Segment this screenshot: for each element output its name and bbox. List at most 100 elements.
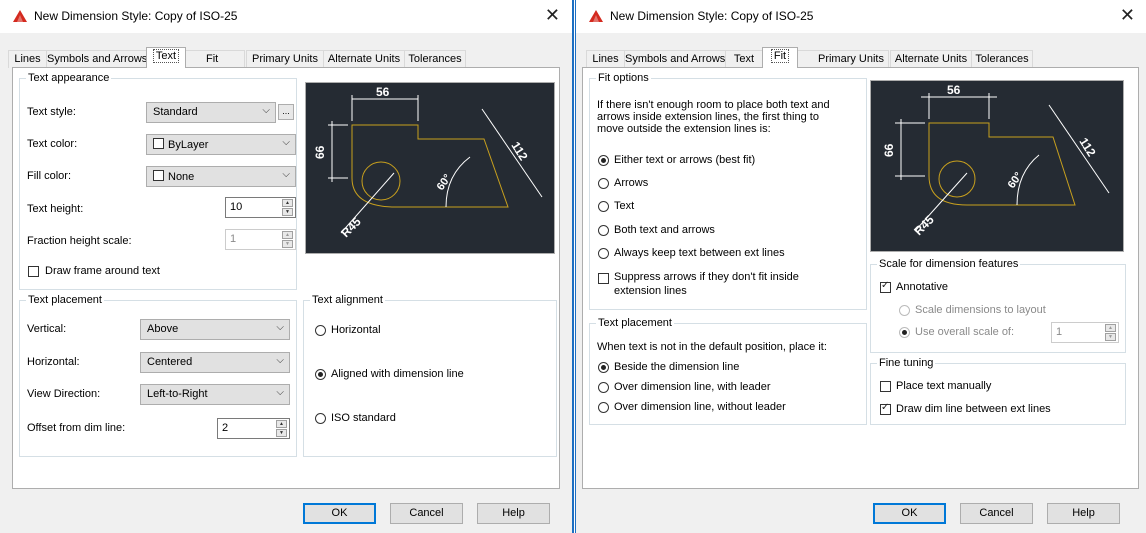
radio-over-without-leader[interactable] [598,402,609,413]
preview-dim-left: 66 [882,143,896,157]
tab-primary-units[interactable]: Primary Units [246,50,324,68]
radio-text[interactable] [598,201,609,212]
ok-button[interactable]: OK [303,503,376,524]
radio-over-with-leader[interactable] [598,382,609,393]
spinner-value: 2 [222,422,229,434]
help-button[interactable]: Help [1047,503,1120,524]
scale-to-layout-label: Scale dimensions to layout [915,304,1046,316]
tab-text[interactable]: Text [146,47,186,68]
tab-fit[interactable]: Fit [185,50,245,67]
autocad-logo-icon [13,10,27,22]
combo-value: Left-to-Right [147,388,208,400]
overall-scale-spinner[interactable]: 1 ▲ ▼ [1051,322,1119,343]
scale-group: Scale for dimension features Annotative … [870,258,1126,353]
preview-dim-angle: 60° [435,172,454,193]
text-color-combo[interactable]: ByLayer ⌵ [146,134,296,155]
view-direction-combo[interactable]: Left-to-Right ⌵ [140,384,290,405]
fraction-height-label: Fraction height scale: [27,235,132,247]
tab-alternate-units[interactable]: Alternate Units [323,50,405,68]
tab-alternate-units[interactable]: Alternate Units [890,50,972,68]
annotative-checkbox[interactable] [880,280,891,293]
help-button[interactable]: Help [477,503,550,524]
radio-best-fit[interactable] [598,155,609,166]
spinner-value: 1 [230,233,237,245]
group-label: Text appearance [26,72,112,84]
spin-down-icon[interactable]: ▼ [282,208,293,216]
radio-beside-label: Beside the dimension line [614,361,740,373]
preview-dim-diag: 112 [508,139,530,163]
tab-fit[interactable]: Fit [762,47,798,68]
radio-scale-to-layout[interactable] [899,305,910,316]
tab-text[interactable]: Text [725,50,763,68]
view-direction-label: View Direction: [27,388,101,400]
combo-value: Centered [147,356,193,368]
title-bar[interactable]: New Dimension Style: Copy of ISO-25 ✕ [0,0,572,33]
spin-down-icon[interactable]: ▼ [1105,333,1116,341]
dimension-preview: 56 66 112 60° R45 [305,82,555,254]
text-alignment-group: Text alignment Horizontal Aligned with d… [303,294,557,457]
vertical-combo[interactable]: Above ⌵ [140,319,290,340]
spin-up-icon[interactable]: ▲ [282,199,293,207]
cancel-button[interactable]: Cancel [960,503,1033,524]
text-style-combo[interactable]: Standard ⌵ [146,102,276,123]
spin-down-icon[interactable]: ▼ [282,240,293,248]
radio-iso-standard[interactable] [315,413,326,424]
annotative-label: Annotative [896,281,948,293]
tab-tolerances[interactable]: Tolerances [971,50,1033,68]
part-outline [928,122,1076,206]
title-bar[interactable]: New Dimension Style: Copy of ISO-25 ✕ [576,0,1146,33]
horizontal-combo[interactable]: Centered ⌵ [140,352,290,373]
tab-panel: Text appearance Text style: Standard ⌵ .… [12,67,560,489]
radio-overall-scale[interactable] [899,327,910,338]
radio-over-with-leader-label: Over dimension line, with leader [614,381,771,393]
radio-horizontal[interactable] [315,325,326,336]
tab-lines[interactable]: Lines [8,50,47,68]
close-icon[interactable]: ✕ [1120,5,1135,25]
part-hole [361,161,401,201]
tab-fit-label: Fit [770,49,790,63]
browse-button[interactable]: ... [278,104,294,120]
tab-symbols-and-arrows[interactable]: Symbols and Arrows [46,50,148,68]
dialog-text-tab: New Dimension Style: Copy of ISO-25 ✕ Li… [0,0,574,533]
spinner-buttons: ▲ ▼ [282,199,294,216]
text-height-spinner[interactable]: 10 ▲ ▼ [225,197,296,218]
spin-up-icon[interactable]: ▲ [276,420,287,428]
spin-up-icon[interactable]: ▲ [282,231,293,239]
combo-value: None [153,170,194,183]
tab-tolerances[interactable]: Tolerances [404,50,466,68]
radio-keep-text-between[interactable] [598,248,609,259]
radio-both-text-and-arrows[interactable] [598,225,609,236]
dialog-title: New Dimension Style: Copy of ISO-25 [34,9,238,23]
combo-value: ByLayer [153,138,208,151]
part-hole [938,160,976,198]
tab-lines[interactable]: Lines [586,50,625,68]
suppress-arrows-checkbox[interactable] [598,273,609,284]
preview-drawing: 56 66 112 60° R45 [882,83,1110,238]
spin-up-icon[interactable]: ▲ [1105,324,1116,332]
preview-dim-left: 66 [313,145,327,159]
preview-dim-angle: 60° [1006,170,1025,191]
chevron-down-icon: ⌵ [282,137,290,148]
color-swatch [153,138,164,149]
offset-spinner[interactable]: 2 ▲ ▼ [217,418,290,439]
fraction-height-spinner[interactable]: 1 ▲ ▼ [225,229,296,250]
draw-frame-label: Draw frame around text [45,265,160,277]
place-text-manually-checkbox[interactable] [880,381,891,392]
radio-aligned-with-dimension-line[interactable] [315,369,326,380]
draw-dim-line-checkbox[interactable] [880,402,891,415]
radio-beside-dim-line[interactable] [598,362,609,373]
group-label: Fit options [596,72,651,84]
spin-down-icon[interactable]: ▼ [276,429,287,437]
cancel-button[interactable]: Cancel [390,503,463,524]
tab-primary-units[interactable]: Primary Units [797,50,889,67]
radio-arrows[interactable] [598,178,609,189]
combo-value: Standard [153,106,198,118]
autocad-logo-icon [589,10,603,22]
preview-dim-top: 56 [376,85,390,99]
draw-frame-checkbox[interactable] [28,266,39,277]
fill-color-combo[interactable]: None ⌵ [146,166,296,187]
ok-button[interactable]: OK [873,503,946,524]
close-icon[interactable]: ✕ [545,5,560,25]
tab-symbols-and-arrows[interactable]: Symbols and Arrows [624,50,726,68]
combo-value: Above [147,323,179,335]
